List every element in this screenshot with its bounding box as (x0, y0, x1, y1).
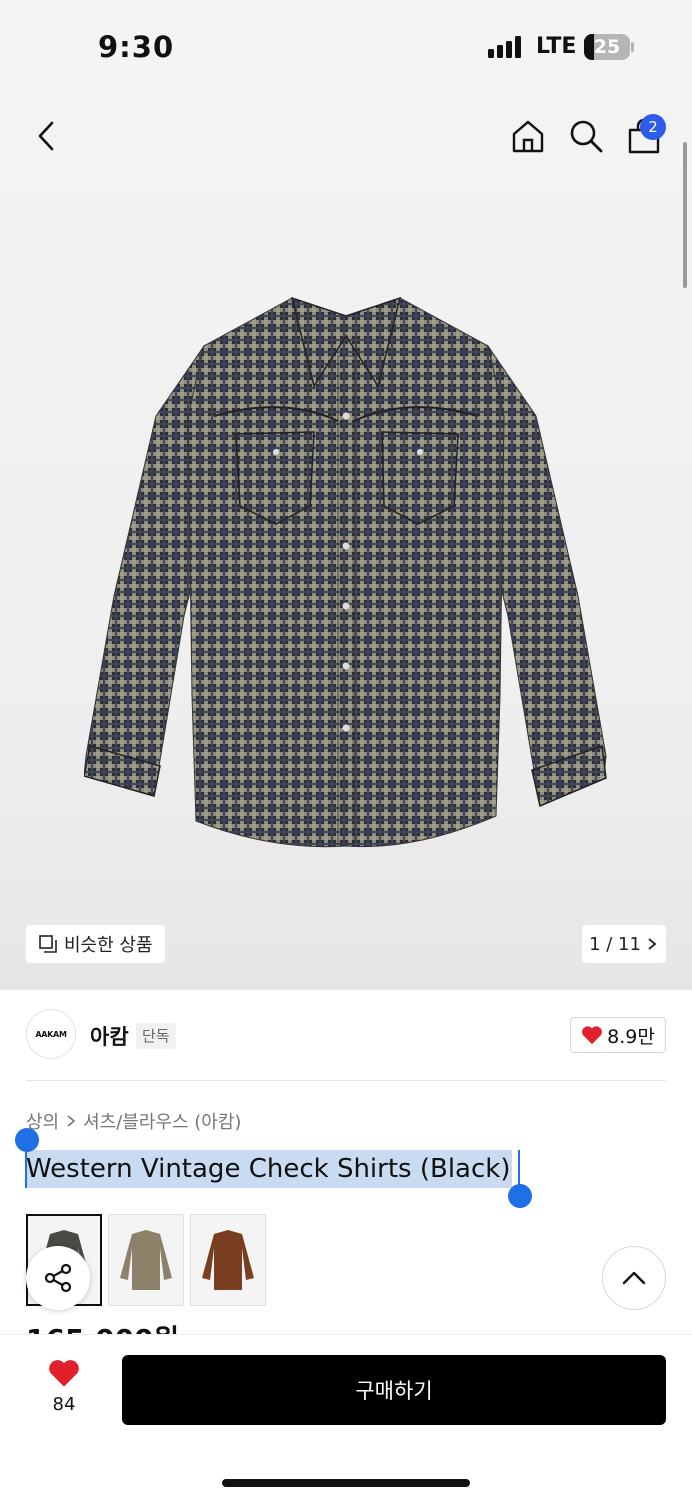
divider (26, 1080, 666, 1081)
color-option-brown[interactable] (190, 1214, 266, 1306)
color-option-beige[interactable] (108, 1214, 184, 1306)
network-type: LTE (536, 34, 577, 59)
scrollbar (683, 142, 687, 288)
exclusive-badge: 단독 (136, 1023, 176, 1049)
heart-icon (582, 1026, 603, 1045)
buy-button[interactable]: 구매하기 (122, 1355, 666, 1425)
shirt-thumbnail (202, 1230, 254, 1290)
share-button[interactable] (26, 1246, 90, 1310)
signal-icon (488, 36, 524, 58)
wishlist-count: 84 (52, 1394, 76, 1415)
cart-count-badge: 2 (640, 114, 666, 140)
selection-end-caret (518, 1150, 520, 1188)
chevron-left-icon (38, 121, 54, 151)
breadcrumb: 상의 셔츠/블라우스 (아캄) (26, 1108, 241, 1134)
product-image[interactable] (84, 296, 608, 848)
share-icon (44, 1263, 72, 1293)
brand-row: AAKAM 아캄 단독 8.9만 (0, 1005, 692, 1065)
similar-products-label: 비슷한 상품 (64, 935, 153, 956)
selection-end-handle[interactable] (508, 1184, 532, 1208)
product-title[interactable]: Western Vintage Check Shirts (Black) (26, 1150, 513, 1188)
similar-products-button[interactable]: 비슷한 상품 (26, 925, 165, 963)
home-icon (512, 120, 544, 153)
wishlist-button[interactable]: 84 (34, 1358, 94, 1415)
back-button[interactable] (26, 116, 66, 156)
battery-level: 25 (593, 36, 621, 58)
scroll-to-top-button[interactable] (602, 1246, 666, 1310)
search-icon (570, 120, 603, 153)
brand-like-button[interactable]: 8.9만 (570, 1017, 666, 1053)
selection-start-caret (25, 1150, 27, 1188)
brand-logo[interactable]: AAKAM (26, 1009, 76, 1059)
heart-icon (49, 1360, 79, 1387)
chevron-right-icon (648, 938, 657, 950)
brand-like-count: 8.9만 (607, 1025, 655, 1048)
selection-start-handle[interactable] (15, 1128, 39, 1152)
shirt-thumbnail (120, 1230, 172, 1290)
battery-icon: 25 (584, 34, 630, 60)
copy-icon (39, 935, 57, 953)
status-bar: 9:30 LTE 25 (0, 0, 692, 90)
breadcrumb-subcategory[interactable]: 셔츠/블라우스 (아캄) (83, 1108, 241, 1134)
chevron-right-icon (67, 1115, 76, 1127)
image-pager-button[interactable]: 1 / 11 (582, 925, 666, 963)
home-indicator (222, 1479, 470, 1487)
brand-name[interactable]: 아캄 (90, 1021, 129, 1051)
page-indicator: 1 / 11 (589, 933, 641, 955)
chevron-up-icon (622, 1271, 646, 1285)
status-time: 9:30 (98, 30, 175, 64)
search-button[interactable] (566, 116, 606, 156)
home-button[interactable] (508, 116, 548, 156)
